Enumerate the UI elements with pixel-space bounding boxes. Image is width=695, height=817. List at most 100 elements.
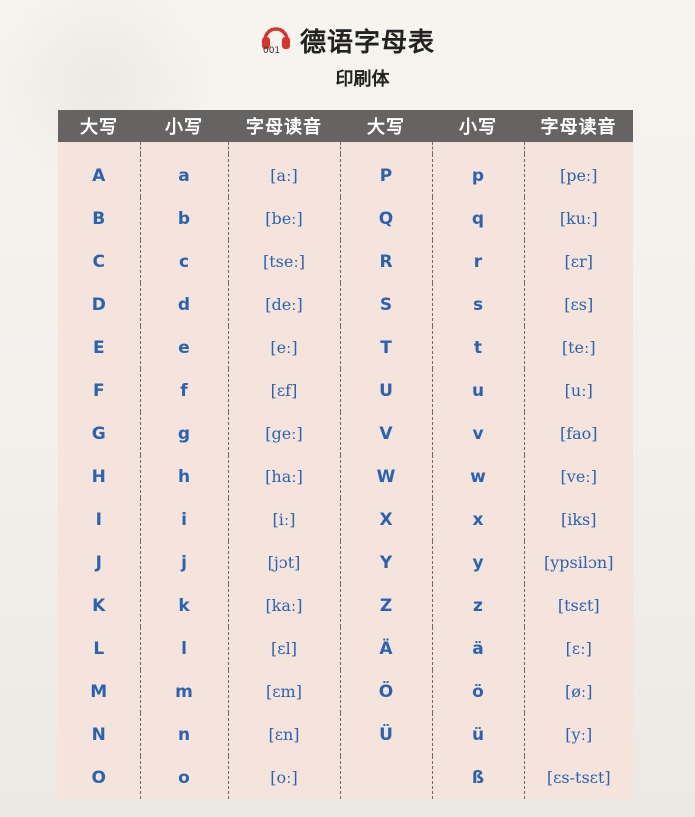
- lowercase-letter-cell: j: [140, 541, 229, 584]
- lowercase-letter-cell: d: [140, 283, 229, 326]
- lowercase-letter-cell: q: [432, 197, 525, 240]
- table-row: Cc [tseː] Rr [ɛr]: [58, 240, 633, 283]
- table-row: Bb [beː] Qq [kuː]: [58, 197, 633, 240]
- pronunciation-cell: [ypsilɔn]: [544, 553, 614, 572]
- uppercase-letter-cell: F: [58, 369, 141, 412]
- uppercase-letter-cell: Ü: [340, 713, 433, 756]
- lowercase-letter-cell: w: [432, 455, 525, 498]
- lowercase-letter-cell: v: [432, 412, 525, 455]
- uppercase-letter-cell: R: [340, 240, 433, 283]
- pronunciation-cell: [ɛr]: [564, 252, 593, 271]
- lowercase-letter-cell: h: [140, 455, 229, 498]
- pronunciation-cell: [jɔt]: [228, 541, 341, 584]
- track-number: 001: [262, 45, 281, 56]
- lowercase-letter-cell: ü: [432, 713, 525, 756]
- uppercase-letter-cell: I: [58, 498, 141, 541]
- column-header: 字母读音: [540, 117, 617, 138]
- table-body: Aa [aː] Pp [peː] Bb [beː] Qq [kuː] Cc [tseː] Rr [ɛr…: [58, 142, 633, 799]
- uppercase-letter-cell: B: [58, 197, 141, 240]
- pronunciation-cell: [iks]: [560, 510, 597, 529]
- pronunciation-cell: [ɛl]: [228, 627, 341, 670]
- uppercase-letter-cell: O: [58, 756, 141, 799]
- pronunciation-cell: [fao]: [559, 424, 598, 443]
- lowercase-letter-cell: c: [140, 240, 229, 283]
- pronunciation-cell: [uː]: [564, 381, 593, 400]
- pronunciation-cell: [iː]: [228, 498, 341, 541]
- table-header: 大写 小写 字母读音 大写 小写 字母读音: [58, 110, 633, 142]
- page-header: 001 德语字母表 印刷体: [0, 22, 695, 91]
- table-row: Kk [kaː] Zz [tsɛt]: [58, 584, 633, 627]
- table-row: Ee [eː] Tt [teː]: [58, 326, 633, 369]
- lowercase-letter-cell: u: [432, 369, 525, 412]
- pronunciation-cell: [oː]: [228, 756, 341, 799]
- pronunciation-cell: [øː]: [564, 682, 593, 701]
- uppercase-letter-cell: P: [340, 154, 433, 197]
- lowercase-letter-cell: l: [140, 627, 229, 670]
- uppercase-letter-cell: V: [340, 412, 433, 455]
- pronunciation-cell: [ɛs]: [564, 295, 594, 314]
- uppercase-letter-cell: E: [58, 326, 141, 369]
- pronunciation-cell: [ɛs-tsɛt]: [546, 768, 611, 787]
- pronunciation-cell: [kaː]: [228, 584, 341, 627]
- uppercase-letter-cell: H: [58, 455, 141, 498]
- pronunciation-cell: [kuː]: [559, 209, 598, 228]
- uppercase-letter-cell: S: [340, 283, 433, 326]
- pronunciation-cell: [eː]: [228, 326, 341, 369]
- pronunciation-cell: [peː]: [559, 166, 598, 185]
- table-row: Dd [deː] Ss [ɛs]: [58, 283, 633, 326]
- uppercase-letter-cell: Q: [340, 197, 433, 240]
- lowercase-letter-cell: k: [140, 584, 229, 627]
- uppercase-letter-cell: C: [58, 240, 141, 283]
- lowercase-letter-cell: ä: [432, 627, 525, 670]
- uppercase-letter-cell: W: [340, 455, 433, 498]
- column-header: 大写: [367, 117, 405, 138]
- pronunciation-cell: [ɛf]: [228, 369, 341, 412]
- pronunciation-cell: [deː]: [228, 283, 341, 326]
- pronunciation-cell: [geː]: [228, 412, 341, 455]
- lowercase-letter-cell: t: [432, 326, 525, 369]
- column-header: 小写: [459, 117, 497, 138]
- lowercase-letter-cell: s: [432, 283, 525, 326]
- lowercase-letter-cell: ß: [432, 756, 525, 799]
- pronunciation-cell: [tseː]: [228, 240, 341, 283]
- pronunciation-cell: [beː]: [228, 197, 341, 240]
- uppercase-letter-cell: T: [340, 326, 433, 369]
- uppercase-letter-cell: Z: [340, 584, 433, 627]
- pronunciation-cell: [haː]: [228, 455, 341, 498]
- column-header: 字母读音: [246, 117, 322, 138]
- uppercase-letter-cell: A: [58, 154, 141, 197]
- alphabet-table-container: 大写 小写 字母读音 大写 小写 字母读音 Aa [aː] Pp [peː] Bb [be…: [58, 110, 633, 799]
- uppercase-letter-cell: Ä: [340, 627, 433, 670]
- lowercase-letter-cell: ö: [432, 670, 525, 713]
- lowercase-letter-cell: n: [140, 713, 229, 756]
- lowercase-letter-cell: b: [140, 197, 229, 240]
- uppercase-letter-cell: Y: [340, 541, 433, 584]
- table-row: Mm [ɛm] Öö [øː]: [58, 670, 633, 713]
- uppercase-letter-cell: U: [340, 369, 433, 412]
- audio-track[interactable]: 001: [260, 24, 292, 58]
- lowercase-letter-cell: m: [140, 670, 229, 713]
- table-row: Aa [aː] Pp [peː]: [58, 154, 633, 197]
- column-header: 大写: [80, 117, 118, 138]
- column-header: 小写: [165, 117, 203, 138]
- uppercase-letter-cell: Ö: [340, 670, 433, 713]
- uppercase-letter-cell: D: [58, 283, 141, 326]
- uppercase-letter-cell: J: [58, 541, 141, 584]
- page-subtitle: 印刷体: [335, 69, 390, 90]
- pronunciation-cell: [ɛm]: [228, 670, 341, 713]
- uppercase-letter-cell: M: [58, 670, 141, 713]
- lowercase-letter-cell: f: [140, 369, 229, 412]
- lowercase-letter-cell: p: [432, 154, 525, 197]
- pronunciation-cell: [ɛː]: [565, 639, 592, 658]
- lowercase-letter-cell: g: [140, 412, 229, 455]
- uppercase-letter-cell: G: [58, 412, 141, 455]
- lowercase-letter-cell: x: [432, 498, 525, 541]
- uppercase-letter-cell: K: [58, 584, 141, 627]
- table-row: Ii [iː] Xx [iks]: [58, 498, 633, 541]
- lowercase-letter-cell: r: [432, 240, 525, 283]
- table-row: Oo [oː] ß [ɛs-tsɛt]: [58, 756, 633, 799]
- table-spacer-row: [58, 142, 633, 154]
- uppercase-letter-cell: N: [58, 713, 141, 756]
- pronunciation-cell: [veː]: [560, 467, 597, 486]
- lowercase-letter-cell: e: [140, 326, 229, 369]
